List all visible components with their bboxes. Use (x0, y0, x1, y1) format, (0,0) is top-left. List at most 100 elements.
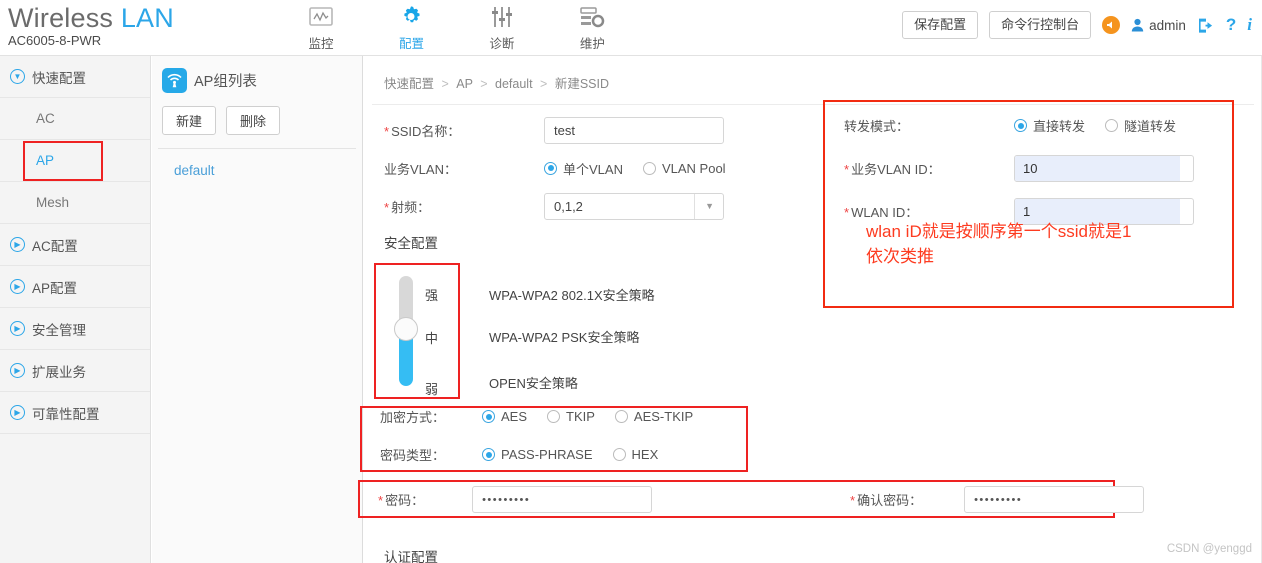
radio-indicator-on (544, 161, 557, 175)
user-icon (1131, 18, 1144, 32)
nav-item-diagnostics[interactable]: 诊断 (459, 2, 545, 52)
delete-group-button[interactable]: 删除 (226, 106, 281, 135)
breadcrumb-separator: > (441, 77, 449, 91)
label-confirm-password: * 确认密码： (850, 490, 922, 509)
sidebar-item-extended-services[interactable]: ▶ 扩展业务 (0, 350, 150, 392)
label-password: * 密码： (378, 490, 424, 509)
service-vlan-id-input[interactable]: 10 (1014, 155, 1194, 182)
ap-group-list-item-default[interactable]: default (152, 149, 362, 178)
radio-tkip[interactable]: TKIP (547, 409, 595, 424)
password-input[interactable]: ••••••••• (472, 486, 653, 513)
breadcrumb-item-4: 新建SSID (554, 77, 610, 91)
radio-direct-forward[interactable]: 直接转发 (1014, 116, 1085, 135)
form-row-service-vlan-id: * 业务VLAN ID： 10 (824, 147, 1244, 190)
radio-indicator-off (547, 410, 561, 423)
label-password-text: 密码： (385, 493, 425, 508)
alert-bell-icon[interactable] (1102, 16, 1121, 34)
ap-group-header: AP组列表 (152, 56, 362, 93)
radio-vlan-pool[interactable]: VLAN Pool (642, 161, 726, 176)
logout-icon[interactable] (1197, 17, 1215, 34)
security-level-slider[interactable] (394, 276, 418, 386)
breadcrumb-item-1[interactable]: 快速配置 (384, 77, 434, 91)
chevron-right-icon: ▶ (10, 405, 25, 420)
chevron-right-icon: ▶ (10, 321, 25, 336)
form-row-password: * 密码： ••••••••• (378, 486, 653, 513)
breadcrumb-item-3[interactable]: default (495, 77, 533, 91)
label-password-type: 密码类型： (362, 445, 482, 464)
info-icon[interactable]: i (1247, 15, 1252, 35)
nav-item-monitor[interactable]: 监控 (278, 2, 364, 52)
top-nav: 监控 配置 诊断 维护 (278, 2, 635, 54)
ap-group-title: AP组列表 (194, 74, 257, 90)
radio-indicator-off (642, 161, 656, 175)
form-row-confirm-password: * 确认密码： ••••••••• (850, 486, 1145, 513)
nav-label-config: 配置 (398, 37, 424, 51)
brand: Wireless LAN AC6005-8-PWR (8, 2, 174, 49)
confirm-password-input[interactable]: ••••••••• (964, 486, 1145, 513)
radio-freq-select[interactable]: 0,1,2 ▼ (544, 192, 724, 220)
cli-console-button[interactable]: 命令行控制台 (989, 11, 1092, 39)
save-config-button[interactable]: 保存配置 (902, 11, 979, 39)
nav-item-config[interactable]: 配置 (368, 2, 454, 52)
new-group-button[interactable]: 新建 (162, 106, 217, 135)
ssid-name-input[interactable]: test (544, 116, 724, 144)
sidebar-item-ap-config[interactable]: ▶ AP配置 (0, 266, 150, 308)
form-row-forward-mode: 转发模式： 直接转发 隧道转发 (824, 104, 1244, 147)
breadcrumb-separator: > (540, 77, 548, 91)
user-chip[interactable]: admin (1131, 18, 1186, 33)
sidebar-item-ac-config[interactable]: ▶ AC配置 (0, 224, 150, 266)
label-service-vlan-id-text: 业务VLAN ID： (851, 162, 941, 177)
sidebar-item-security-mgmt[interactable]: ▶ 安全管理 (0, 308, 150, 350)
sidebar-ap-highlight-box (23, 141, 103, 181)
help-icon[interactable]: ? (1226, 15, 1236, 35)
nav-label-monitor: 监控 (308, 37, 334, 51)
sidebar: ▼ 快速配置 AC AP Mesh ▶ AC配置 ▶ AP配置 ▶ 安全管理 ▶… (0, 56, 151, 563)
radio-single-vlan[interactable]: 单个VLAN (544, 159, 623, 178)
ssid-form-right: 转发模式： 直接转发 隧道转发 * 业务VLAN ID： 10 * WLAN I… (824, 104, 1244, 233)
sidebar-item-reliability-config[interactable]: ▶ 可靠性配置 (0, 392, 150, 434)
service-vlan-radio-group: 单个VLAN VLAN Pool (544, 159, 726, 178)
sidebar-item-mesh[interactable]: Mesh (0, 182, 150, 224)
chevron-right-icon: ▶ (10, 363, 25, 378)
sidebar-label-quick-config: 快速配置 (32, 70, 86, 86)
required-mark: * (384, 199, 390, 215)
sidebar-item-quick-config[interactable]: ▼ 快速配置 (0, 56, 150, 98)
radio-label-tunnel-forward: 隧道转发 (1124, 119, 1177, 134)
label-encryption-method: 加密方式： (362, 407, 482, 426)
radio-aes-tkip[interactable]: AES-TKIP (614, 409, 694, 424)
slider-handle[interactable] (394, 317, 418, 341)
label-service-vlan-id: * 业务VLAN ID： (824, 159, 1014, 178)
chevron-down-icon: ▼ (10, 69, 25, 84)
label-password-type-text: 密码类型： (380, 448, 446, 463)
breadcrumb-separator: > (480, 77, 488, 91)
slider-level-strong: 强 (425, 288, 439, 303)
breadcrumb-item-2[interactable]: AP (456, 77, 472, 91)
required-mark: * (844, 162, 850, 177)
security-policy-psk[interactable]: WPA-WPA2 PSK安全策略 (489, 327, 639, 346)
sidebar-item-ac[interactable]: AC (0, 98, 150, 140)
radio-aes[interactable]: AES (482, 409, 527, 424)
radio-indicator-off (614, 410, 628, 423)
radio-indicator-on (482, 448, 495, 461)
annotation-line-1: wlan iD就是按顺序第一个ssid就是1 (866, 222, 1132, 241)
slider-level-medium: 中 (425, 331, 439, 346)
security-policy-8021x[interactable]: WPA-WPA2 802.1X安全策略 (489, 285, 655, 304)
auth-section-title: 认证配置 (384, 550, 438, 563)
app-header: Wireless LAN AC6005-8-PWR 监控 配置 诊断 维护 保存… (0, 0, 1262, 56)
radio-hex[interactable]: HEX (612, 447, 658, 462)
maintenance-icon (549, 2, 635, 32)
nav-item-maintenance[interactable]: 维护 (549, 2, 635, 52)
nav-label-diagnostics: 诊断 (489, 37, 515, 51)
radio-tunnel-forward[interactable]: 隧道转发 (1105, 116, 1176, 135)
radio-label-pass-phrase: PASS-PHRASE (501, 447, 593, 462)
radio-label-aes-tkip: AES-TKIP (633, 409, 694, 424)
sidebar-item-ap[interactable]: AP (0, 140, 150, 182)
password-type-radio-group: PASS-PHRASE HEX (482, 447, 658, 462)
sidebar-label-mesh: Mesh (36, 195, 70, 210)
security-policy-open[interactable]: OPEN安全策略 (489, 373, 578, 392)
device-model: AC6005-8-PWR (8, 33, 102, 48)
brand-title-main: Wireless (8, 3, 114, 33)
sidebar-label-ac: AC (36, 111, 55, 126)
radio-pass-phrase[interactable]: PASS-PHRASE (482, 447, 593, 462)
brand-title-accent: LAN (120, 3, 174, 33)
